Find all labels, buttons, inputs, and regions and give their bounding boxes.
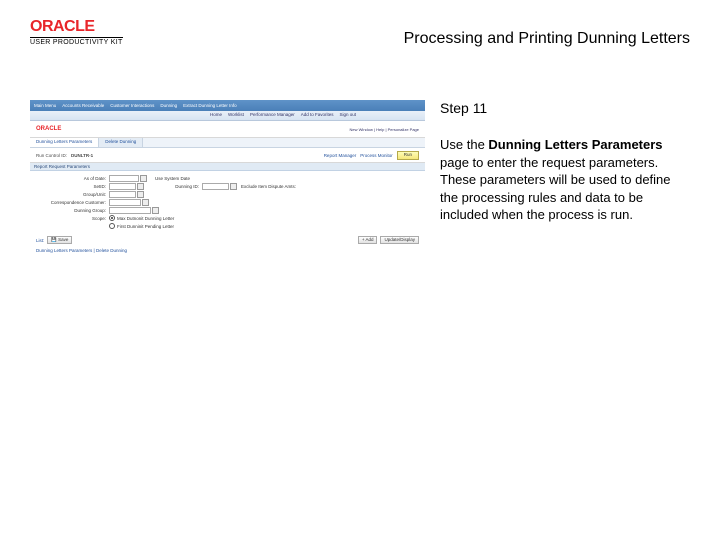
thumb-top-menu: Main Menu Accounts Receivable Customer I… [30, 100, 425, 111]
save-button: 💾 Save [47, 236, 72, 244]
as-of-date-label: As of Date: [36, 176, 109, 181]
brand-logo: ORACLE USER PRODUCTIVITY KIT [30, 18, 123, 46]
section-header: Report Request Parameters [30, 163, 425, 171]
run-control-value: DUNLTR-1 [71, 153, 93, 158]
dunning-group-label: Dunning Group: [36, 208, 109, 213]
run-button: Run [397, 151, 419, 160]
calendar-icon [140, 175, 147, 182]
step-description: Use the Dunning Letters Parameters page … [440, 136, 690, 224]
radio2-label: First Dunninit Pending Letter [117, 224, 174, 229]
exclude-dispute-label: Exclude Item Dispute Amts: [241, 184, 296, 189]
group-unit-input [109, 191, 136, 198]
thumb-tabs: Dunning Letters Parameters Delete Dunnin… [30, 138, 425, 148]
tab-delete-dunning: Delete Dunning [99, 138, 143, 147]
step-number: Step 11 [440, 100, 690, 116]
thumb-footer-links: Dunning Letters Parameters | Delete Dunn… [30, 246, 425, 255]
list-prefix: List: [36, 238, 44, 243]
radio-icon [109, 223, 115, 229]
thumb-sub-menu: Home Worklist Performance Manager Add to… [30, 111, 425, 121]
lookup-icon [137, 191, 144, 198]
scope-label: Scope: [36, 216, 109, 221]
update-display-button: Update/Display [380, 236, 419, 244]
setid-label: SetID: [36, 184, 109, 189]
dunning-group-select [109, 207, 151, 214]
dunning-id-input [202, 183, 229, 190]
run-control-label: Run Control ID: [36, 153, 67, 158]
use-system-date-label: Use System Date [155, 176, 190, 181]
app-screenshot-thumbnail: Main Menu Accounts Receivable Customer I… [30, 100, 425, 285]
radio1-label: Max Dutnonit Dunning Letter [117, 216, 174, 221]
brand-subtitle: USER PRODUCTIVITY KIT [30, 37, 123, 46]
setid-input [109, 183, 136, 190]
thumb-brand: ORACLE [36, 126, 61, 132]
dropdown-icon [152, 207, 159, 214]
lookup-icon [230, 183, 237, 190]
brand-name: ORACLE [30, 18, 123, 36]
lookup-icon [137, 183, 144, 190]
correspondence-input [109, 199, 141, 206]
page-title: Processing and Printing Dunning Letters [404, 30, 690, 48]
report-manager-link: Report Manager [324, 153, 357, 158]
process-monitor-link: Process Monitor [360, 153, 393, 158]
tab-dunning-parameters: Dunning Letters Parameters [30, 138, 99, 147]
correspondence-label: Correspondence Customer: [36, 200, 109, 205]
lookup-icon [142, 199, 149, 206]
thumb-meta-links: New Window | Help | Personalize Page [350, 127, 419, 132]
radio-icon [109, 215, 115, 221]
group-unit-label: Group/Unit: [36, 192, 109, 197]
dunning-id-label: Dunning ID: [144, 184, 202, 189]
as-of-date-input [109, 175, 139, 182]
add-button: + Add [358, 236, 378, 244]
